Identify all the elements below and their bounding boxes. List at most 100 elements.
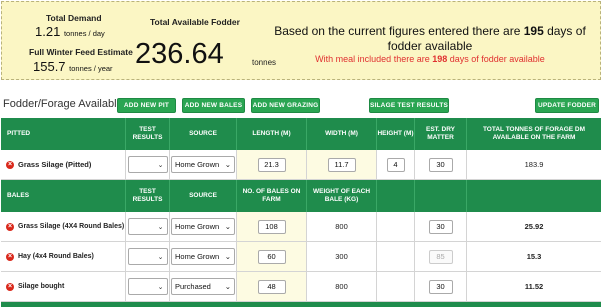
height-cell: 4	[377, 150, 415, 179]
add-new-grazing-button[interactable]: ADD NEW GRAZING	[251, 98, 320, 113]
dry-matter-cell: 30	[415, 212, 467, 241]
bale-count-cell: 60	[237, 242, 307, 271]
source-select[interactable]: Home Grown ⌄	[171, 218, 235, 235]
col-source: SOURCE	[170, 180, 237, 212]
add-new-bales-button[interactable]: ADD NEW BALES	[182, 98, 245, 113]
bale-count-input[interactable]: 108	[257, 219, 286, 234]
test-results-select[interactable]: ⌄	[127, 248, 168, 265]
source-select[interactable]: Home Grown ⌄	[171, 156, 235, 173]
dry-matter-input[interactable]: 30	[428, 279, 453, 294]
col-bale-count: NO. OF BALES ON FARM	[237, 180, 307, 212]
dry-matter-input[interactable]: 30	[428, 219, 453, 234]
width-cell: 11.7	[307, 150, 377, 179]
row-name: × Hay (4x4 Round Bales)	[1, 242, 126, 271]
next-section-header	[1, 302, 601, 307]
bale-weight-value: 800	[307, 212, 377, 241]
bale-count-input[interactable]: 48	[257, 279, 286, 294]
source-select[interactable]: Home Grown ⌄	[171, 248, 235, 265]
chevron-down-icon: ⌄	[157, 223, 164, 231]
winter-feed-number: 155.7	[33, 59, 66, 74]
source-cell: Purchased ⌄	[170, 272, 237, 301]
dry-matter-input[interactable]: 85	[428, 249, 453, 264]
source-value: Home Grown	[175, 252, 220, 261]
table-row: × Grass Silage (4X4 Round Bales) ⌄ Home G…	[1, 212, 601, 242]
total-available-label: Total Available Fodder	[150, 17, 240, 27]
days-of-fodder-message: Based on the current figures entered the…	[274, 24, 586, 53]
col-source: SOURCE	[170, 118, 237, 150]
total-demand-value: 1.21 tonnes / day	[35, 24, 105, 39]
test-results-cell: ⌄	[126, 212, 170, 241]
section-title: Fodder/Forage Available	[3, 98, 123, 110]
source-select[interactable]: Purchased ⌄	[171, 278, 235, 295]
source-value: Home Grown	[175, 160, 220, 169]
col-bale-weight: WEIGHT OF EACH BALE (KG)	[307, 180, 377, 212]
col-test-results: TEST RESULTS	[126, 180, 170, 212]
total-tonnes-value: 183.9	[524, 160, 544, 169]
source-value: Home Grown	[175, 222, 220, 231]
row-name: × Grass Silage (Pitted)	[1, 150, 126, 179]
col-total-tonnes: TOTAL TONNES OF FORAGE DM AVAILABLE ON T…	[467, 118, 601, 150]
empty-cell	[377, 212, 415, 241]
chevron-down-icon: ⌄	[224, 282, 231, 291]
bales-header-row: BALES TEST RESULTS SOURCE NO. OF BALES O…	[1, 180, 601, 212]
days-count: 195	[523, 24, 544, 38]
bale-weight-value: 800	[307, 272, 377, 301]
col-width: WIDTH (M)	[307, 118, 377, 150]
chevron-down-icon: ⌄	[224, 252, 231, 261]
row-name-label: Grass Silage (4X4 Round Bales)	[18, 223, 125, 230]
dry-matter-input[interactable]: 30	[428, 157, 453, 172]
empty-cell	[377, 272, 415, 301]
winter-feed-value: 155.7 tonnes / year	[33, 59, 113, 74]
table-row: × Silage bought ⌄ Purchased ⌄ 48 800 30 11…	[1, 272, 601, 302]
remove-x-icon[interactable]: ×	[6, 222, 14, 231]
col-empty-2	[415, 180, 467, 212]
chevron-down-icon: ⌄	[224, 160, 231, 169]
col-dry-matter: EST. DRY MATTER	[415, 118, 467, 150]
source-cell: Home Grown ⌄	[170, 150, 237, 179]
bale-count-input[interactable]: 60	[257, 249, 286, 264]
total-tonnes-value: 25.92	[524, 222, 544, 231]
length-input[interactable]: 21.3	[257, 157, 286, 172]
col-length: LENGTH (M)	[237, 118, 307, 150]
test-results-select[interactable]: ⌄	[127, 218, 168, 235]
chevron-down-icon: ⌄	[224, 222, 231, 231]
bale-count-cell: 48	[237, 272, 307, 301]
chevron-down-icon: ⌄	[157, 283, 164, 291]
length-cell: 21.3	[237, 150, 307, 179]
update-fodder-button[interactable]: UPDATE FODDER	[535, 98, 599, 113]
source-cell: Home Grown ⌄	[170, 242, 237, 271]
test-results-cell: ⌄	[126, 242, 170, 271]
meal-days-count: 198	[432, 54, 448, 64]
height-input[interactable]: 4	[386, 157, 405, 172]
remove-x-icon[interactable]: ×	[6, 252, 14, 261]
row-name: × Silage bought	[1, 272, 126, 301]
bale-count-cell: 108	[237, 212, 307, 241]
add-new-pit-button[interactable]: ADD NEW PIT	[117, 98, 176, 113]
total-available-value: 236.64	[135, 38, 224, 70]
test-results-cell: ⌄	[126, 150, 170, 179]
source-value: Purchased	[175, 282, 211, 291]
table-row: × Hay (4x4 Round Bales) ⌄ Home Grown ⌄ 60 …	[1, 242, 601, 272]
silage-test-results-button[interactable]: SILAGE TEST RESULTS	[369, 98, 449, 113]
total-demand-label: Total Demand	[46, 13, 102, 23]
row-name: × Grass Silage (4X4 Round Bales)	[1, 212, 126, 241]
test-results-select[interactable]: ⌄	[127, 278, 168, 295]
meal-included-message: With meal included there are 198 days of…	[315, 54, 545, 64]
bale-weight-value: 300	[307, 242, 377, 271]
dry-matter-cell: 30	[415, 272, 467, 301]
col-empty-3	[467, 180, 601, 212]
winter-feed-unit: tonnes / year	[69, 64, 113, 73]
winter-feed-label: Full Winter Feed Estimate	[29, 47, 133, 57]
remove-x-icon[interactable]: ×	[6, 282, 14, 291]
dry-matter-cell: 85	[415, 242, 467, 271]
width-input[interactable]: 11.7	[327, 157, 356, 172]
remove-x-icon[interactable]: ×	[6, 160, 14, 169]
test-results-select[interactable]: ⌄	[127, 156, 168, 173]
pitted-header-row: PITTED TEST RESULTS SOURCE LENGTH (M) WI…	[1, 118, 601, 150]
total-demand-number: 1.21	[35, 24, 61, 39]
col-test-results: TEST RESULTS	[126, 118, 170, 150]
col-pitted: PITTED	[1, 118, 126, 150]
chevron-down-icon: ⌄	[157, 253, 164, 261]
row-name-label: Grass Silage (Pitted)	[18, 160, 92, 169]
fodder-summary-panel: Total Demand 1.21 tonnes / day Full Wint…	[1, 1, 601, 80]
